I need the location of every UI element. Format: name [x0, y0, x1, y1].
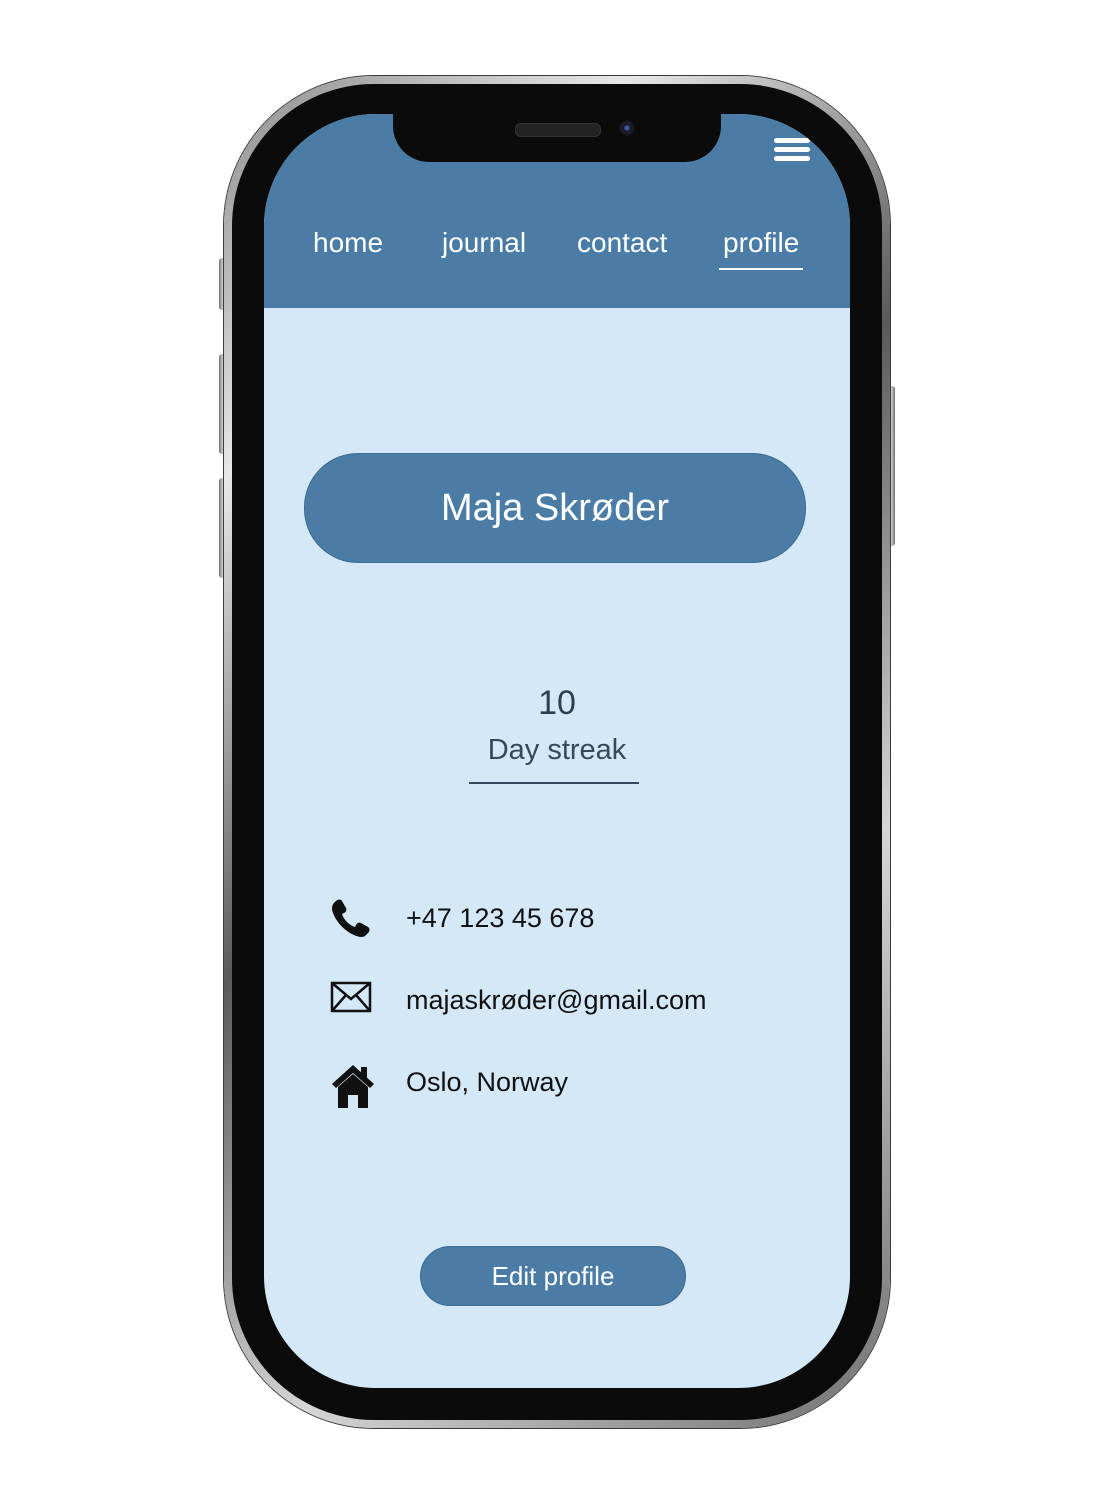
phone-icon	[330, 898, 376, 942]
nav-contact[interactable]: contact	[577, 224, 667, 262]
email-row: majaskrøder@gmail.com	[330, 980, 810, 1024]
streak-count: 10	[538, 684, 576, 722]
stage: home journal contact profile Maja Skrøde…	[0, 0, 1105, 1486]
profile-name-banner: Maja Skrøder	[304, 453, 806, 563]
location-row: Oslo, Norway	[330, 1062, 810, 1108]
phone-number: +47 123 45 678	[406, 903, 595, 933]
phone-row: +47 123 45 678	[330, 898, 810, 942]
phone-screen: home journal contact profile Maja Skrøde…	[264, 114, 850, 1388]
location-text: Oslo, Norway	[406, 1067, 569, 1097]
streak-underline	[469, 782, 639, 784]
main-nav: home journal contact profile	[264, 224, 850, 274]
app-header: home journal contact profile	[264, 114, 850, 308]
nav-home[interactable]: home	[313, 224, 383, 262]
email-address: majaskrøder@gmail.com	[406, 985, 707, 1015]
phone-notch	[393, 114, 721, 162]
front-camera	[619, 120, 635, 136]
nav-profile[interactable]: profile	[718, 224, 804, 270]
nav-journal[interactable]: journal	[442, 224, 526, 262]
edit-profile-button[interactable]: Edit profile	[420, 1246, 686, 1306]
home-icon	[330, 1062, 376, 1108]
hamburger-menu-icon[interactable]	[774, 138, 812, 164]
streak-label: Day streak	[487, 734, 627, 766]
envelope-icon	[330, 980, 376, 1024]
earpiece-speaker	[515, 123, 601, 137]
